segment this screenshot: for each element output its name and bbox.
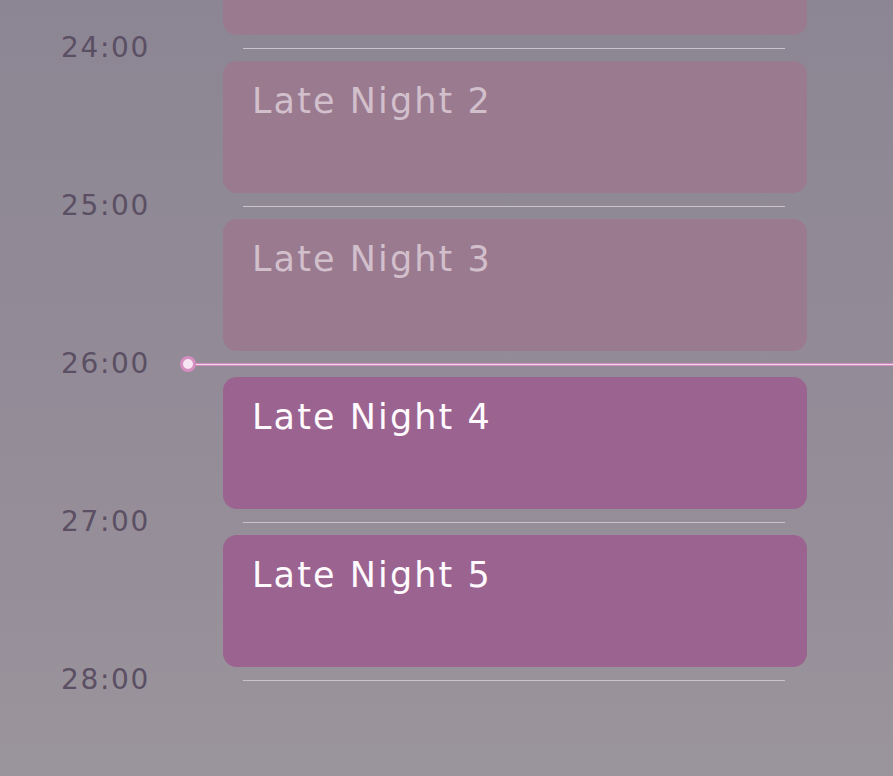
- current-time-line: [196, 363, 893, 366]
- calendar-day-view: 24:00 Late Night 2 25:00 Late Night 3 26:00 L…: [0, 0, 893, 776]
- current-time-dot: [180, 356, 196, 372]
- hour-row: 28:00: [0, 667, 893, 693]
- hour-line: [243, 680, 785, 681]
- hour-label: 26:00: [61, 349, 150, 379]
- hour-label: 27:00: [61, 507, 150, 537]
- hour-label: 25:00: [61, 191, 150, 221]
- event-card[interactable]: Late Night 3: [223, 219, 807, 351]
- event-card[interactable]: Late Night 2: [223, 61, 807, 193]
- hour-row: 27:00: [0, 509, 893, 535]
- timeline: 24:00 Late Night 2 25:00 Late Night 3 26:00 L…: [0, 0, 893, 693]
- hour-line: [243, 522, 785, 523]
- event-title: Late Night 2: [252, 81, 492, 121]
- hour-line: [243, 206, 785, 207]
- event-card[interactable]: [223, 0, 807, 35]
- hour-line: [243, 48, 785, 49]
- event-card[interactable]: Late Night 4: [223, 377, 807, 509]
- event-card[interactable]: Late Night 5: [223, 535, 807, 667]
- hour-label: 28:00: [61, 665, 150, 695]
- hour-row: 24:00: [0, 35, 893, 61]
- hour-row: 26:00: [0, 351, 893, 377]
- hour-row: 25:00: [0, 193, 893, 219]
- event-title: Late Night 3: [252, 239, 492, 279]
- event-title: Late Night 5: [252, 555, 492, 595]
- event-title: Late Night 4: [252, 397, 492, 437]
- hour-label: 24:00: [61, 33, 150, 63]
